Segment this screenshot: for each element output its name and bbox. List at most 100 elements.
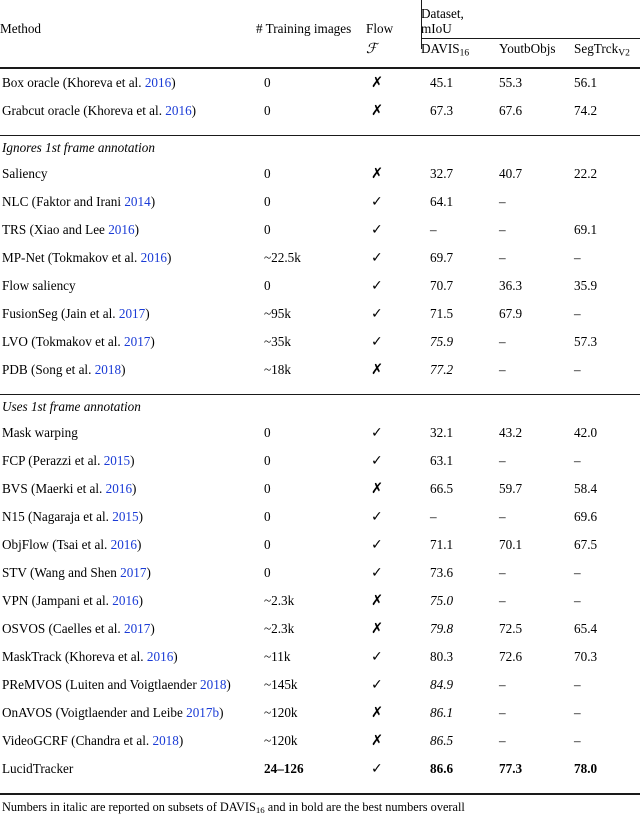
cell-method-name: OSVOS (Caelles et al. 2017) (0, 621, 256, 649)
section-header-uses-first-frame: Uses 1st frame annotation (0, 399, 640, 425)
value-youtb: – (499, 334, 506, 350)
column-header-training-images: # Training images (256, 20, 352, 36)
cell-method-name: Mask warping (0, 425, 256, 453)
value-training-images: 0 (264, 481, 271, 497)
value-davis: 84.9 (430, 677, 454, 693)
citation-link[interactable]: 2016 (145, 75, 171, 90)
method-name-suffix: ) (219, 705, 224, 721)
cell-training-images: 0 (256, 565, 366, 593)
cell-davis: 75.9 (421, 334, 493, 362)
cell-training-images: 0 (256, 166, 366, 194)
citation-link[interactable]: 2016 (141, 250, 167, 265)
check-icon: ✓ (371, 761, 383, 778)
value-davis: 67.3 (430, 103, 454, 119)
cell-davis: 67.3 (421, 103, 493, 131)
method-name-suffix: ) (150, 334, 155, 350)
value-segtrck: 67.5 (574, 537, 598, 553)
value-training-images: ~18k (264, 362, 291, 378)
value-youtb: 55.3 (499, 75, 523, 91)
value-segtrck: – (574, 677, 581, 693)
table-spacer (0, 68, 640, 75)
value-davis: 86.5 (430, 733, 454, 749)
method-name-text: OnAVOS (Voigtlaender and Leibe (2, 705, 187, 721)
citation-link[interactable]: 2017 (124, 334, 150, 349)
citation-link[interactable]: 2016 (111, 537, 137, 552)
value-youtb: – (499, 194, 506, 210)
column-header-flow-symbol: ℱ (366, 39, 421, 67)
cell-training-images: ~120k (256, 733, 366, 761)
value-youtb: – (499, 250, 506, 266)
cross-icon: ✗ (371, 166, 384, 183)
method-name-text: LucidTracker (2, 761, 74, 777)
value-youtb: 36.3 (499, 278, 523, 294)
citation-link[interactable]: 2015 (104, 453, 130, 468)
section-header-uses-first-frame-label: Uses 1st frame annotation (2, 399, 141, 415)
citation-link[interactable]: 2018 (152, 733, 178, 748)
cell-segtrck: – (569, 593, 640, 621)
value-training-images: 0 (264, 425, 271, 441)
method-name-suffix: ) (132, 481, 137, 497)
cell-davis: 71.1 (421, 537, 493, 565)
cell-training-images: 0 (256, 509, 366, 537)
table-row: ObjFlow (Tsai et al. 2016) 0 ✓ 71.1 70.1 67.5 (0, 537, 640, 565)
value-davis: 32.1 (430, 425, 454, 441)
value-training-images: ~120k (264, 733, 298, 749)
cell-method-name: LVO (Tokmakov et al. 2017) (0, 334, 256, 362)
value-youtb: – (499, 222, 506, 238)
cell-davis: 64.1 (421, 194, 493, 222)
method-name-text: Flow saliency (2, 278, 76, 294)
citation-link[interactable]: 2016 (106, 481, 132, 496)
value-training-images: ~95k (264, 306, 291, 322)
citation-link[interactable]: 2018 (95, 362, 121, 377)
citation-link[interactable]: 2017b (186, 705, 219, 720)
citation-link[interactable]: 2015 (112, 509, 138, 524)
cell-flow-flag: ✓ (366, 306, 421, 334)
cell-segtrck (569, 194, 640, 222)
cell-davis: 77.2 (421, 362, 493, 390)
cell-davis: 63.1 (421, 453, 493, 481)
cell-youtb: 77.3 (493, 761, 569, 789)
value-youtb: – (499, 509, 506, 525)
citation-link[interactable]: 2017 (120, 565, 146, 580)
cell-method-name: N15 (Nagaraja et al. 2015) (0, 509, 256, 537)
citation-link[interactable]: 2017 (124, 621, 150, 636)
method-name-suffix: ) (191, 103, 197, 119)
citation-link[interactable]: 2016 (108, 222, 134, 237)
method-name-text: FCP (Perazzi et al. (2, 453, 104, 469)
citation-link[interactable]: 2017 (119, 306, 145, 321)
citation-link[interactable]: 2016 (165, 103, 191, 118)
cell-segtrck: 69.1 (569, 222, 640, 250)
cell-youtb: – (493, 334, 569, 362)
check-icon: ✓ (371, 677, 383, 694)
citation-link[interactable]: 2018 (200, 677, 226, 692)
table-row: N15 (Nagaraja et al. 2015) 0 ✓ – – 69.6 (0, 509, 640, 537)
cell-method-name: Saliency (0, 166, 256, 194)
value-segtrck: – (574, 565, 581, 581)
citation-link[interactable]: 2016 (112, 593, 138, 608)
cell-davis: – (421, 509, 493, 537)
cell-training-images: ~18k (256, 362, 366, 390)
cell-davis: 79.8 (421, 621, 493, 649)
cell-flow-flag: ✓ (366, 761, 421, 789)
citation-link[interactable]: 2016 (147, 649, 173, 664)
value-training-images: ~11k (264, 649, 291, 665)
table-row: FCP (Perazzi et al. 2015) 0 ✓ 63.1 – – (0, 453, 640, 481)
cell-flow-flag: ✓ (366, 425, 421, 453)
method-name-suffix: ) (150, 194, 156, 210)
citation-link[interactable]: 2014 (124, 194, 150, 209)
cell-flow-flag: ✓ (366, 453, 421, 481)
rule-cell (0, 792, 640, 796)
cell-flow-flag: ✓ (366, 222, 421, 250)
table-row: OSVOS (Caelles et al. 2017) ~2.3k ✗ 79.8 72.… (0, 621, 640, 649)
value-davis: 66.5 (430, 481, 454, 497)
results-table-container: Method # Training images Flow Dataset, mIoU… (0, 0, 640, 815)
table-row: PDB (Song et al. 2018) ~18k ✗ 77.2 – – (0, 362, 640, 390)
cross-icon: ✗ (371, 705, 384, 722)
cell-flow-flag: ✗ (366, 481, 421, 509)
value-davis: 71.1 (430, 537, 454, 553)
method-name-text: STV (Wang and Shen (2, 565, 121, 581)
method-name-text: Grabcut oracle (Khoreva et al. (2, 103, 166, 119)
cell-flow-flag: ✗ (366, 733, 421, 761)
check-icon: ✓ (371, 565, 383, 582)
check-icon: ✓ (371, 425, 383, 442)
